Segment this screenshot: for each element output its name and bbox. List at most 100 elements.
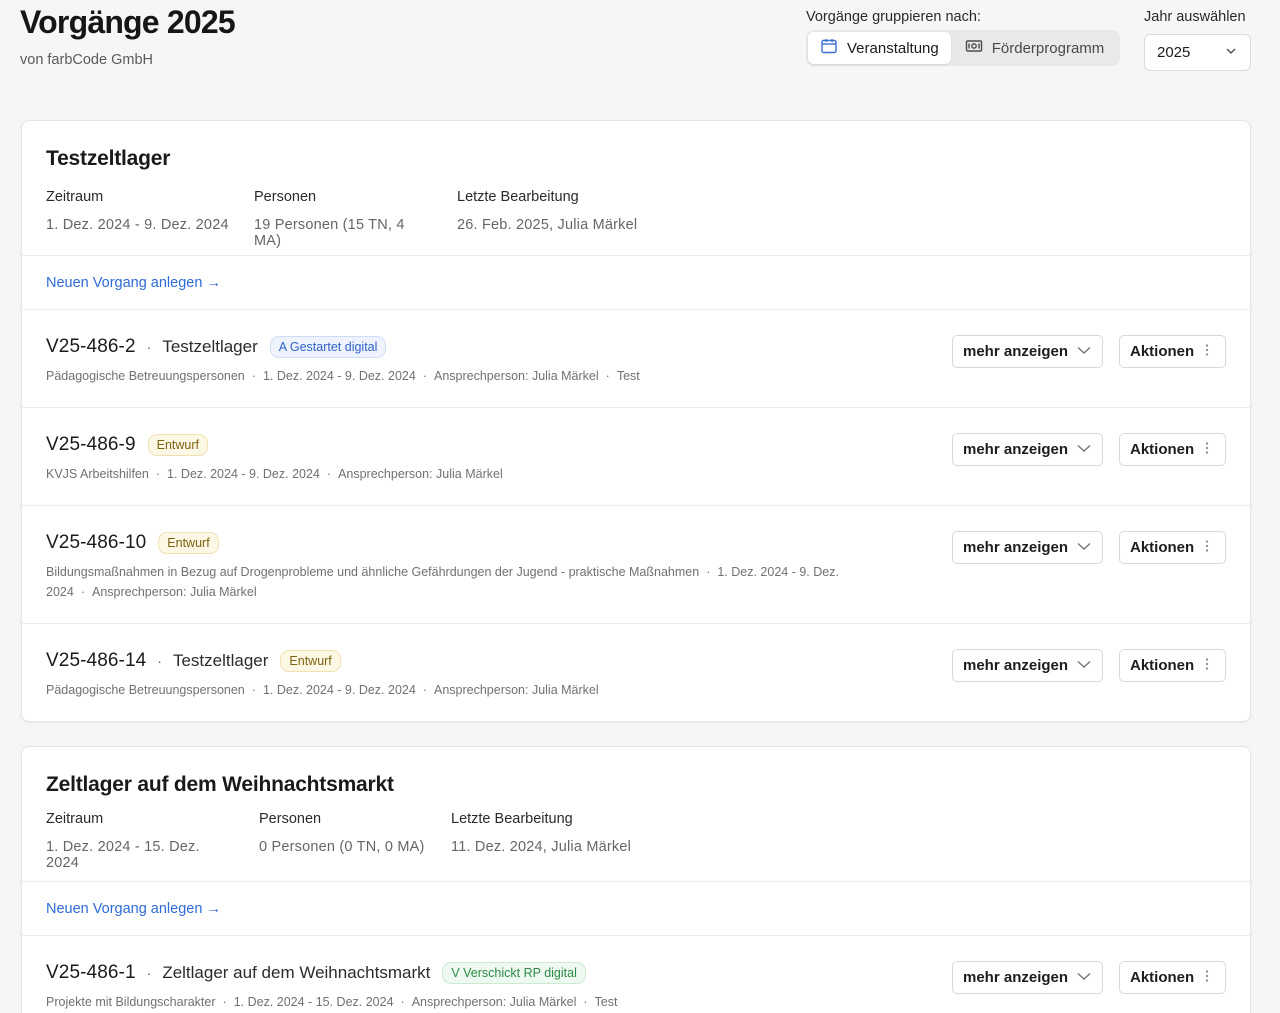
detail-note: Test bbox=[616, 369, 640, 383]
vorgang-details: KVJS Arbeitshilfen · 1. Dez. 2024 - 9. Dez… bbox=[46, 467, 503, 481]
meta-value: 0 Personen (0 TN, 0 MA) bbox=[259, 839, 425, 855]
detail-dates: 1. Dez. 2024 - 15. Dez. 2024 bbox=[233, 995, 394, 1009]
row-actions: mehr anzeigen Aktionen bbox=[952, 433, 1226, 466]
meta-label: Personen bbox=[254, 189, 317, 205]
more-label: mehr anzeigen bbox=[963, 969, 1069, 986]
actions-button[interactable]: Aktionen bbox=[1119, 649, 1226, 682]
actions-label: Aktionen bbox=[1130, 969, 1195, 986]
detail-program: Pädagogische Betreuungspersonen bbox=[46, 683, 245, 697]
status-badge: Entwurf bbox=[147, 434, 209, 456]
page-subtitle: von farbCode GmbH bbox=[20, 52, 153, 68]
meta-label: Letzte Bearbeitung bbox=[457, 189, 579, 205]
meta-personen: Personen 0 Personen (0 TN, 0 MA) bbox=[259, 811, 427, 871]
vorgang-id[interactable]: V25-486-9 bbox=[46, 434, 136, 456]
chevron-down-icon bbox=[1076, 538, 1092, 558]
actions-label: Aktionen bbox=[1130, 657, 1195, 674]
vorgang-row: V25-486-10 Entwurf Bildungsmaßnahmen in … bbox=[22, 506, 1250, 624]
meta-zeitraum: Zeitraum 1. Dez. 2024 - 9. Dez. 2024 bbox=[46, 189, 230, 249]
meta-label: Zeitraum bbox=[46, 189, 104, 205]
meta-letzte: Letzte Bearbeitung 26. Feb. 2025, Julia … bbox=[457, 189, 637, 249]
vorgang-event: Zeltlager auf dem Weihnachtsmarkt bbox=[162, 963, 431, 982]
new-vorgang-link[interactable]: Neuen Vorgang anlegen → bbox=[22, 882, 1250, 936]
row-actions: mehr anzeigen Aktionen bbox=[952, 531, 1226, 564]
year-label: Jahr auswählen bbox=[1144, 9, 1246, 25]
event-meta: Zeitraum 1. Dez. 2024 - 15. Dez. 2024 Pe… bbox=[46, 811, 1226, 871]
event-header: Zeltlager auf dem Weihnachtsmarkt Zeitra… bbox=[22, 747, 1250, 882]
detail-contact: Ansprechperson: Julia Märkel bbox=[338, 467, 503, 481]
row-actions: mehr anzeigen Aktionen bbox=[952, 335, 1226, 368]
vorgang-id[interactable]: V25-486-2 bbox=[46, 336, 136, 358]
vorgang-event: Testzeltlager bbox=[162, 337, 258, 356]
more-button[interactable]: mehr anzeigen bbox=[952, 433, 1103, 466]
new-vorgang-link[interactable]: Neuen Vorgang anlegen → bbox=[22, 256, 1250, 310]
vorgang-id[interactable]: V25-486-1 bbox=[46, 962, 136, 984]
year-value: 2025 bbox=[1157, 44, 1191, 61]
separator-dot: · bbox=[146, 339, 152, 355]
group-option-label: Veranstaltung bbox=[847, 39, 939, 57]
actions-button[interactable]: Aktionen bbox=[1119, 335, 1226, 368]
vorgang-row: V25-486-14 · Testzeltlager Entwurf Pädag… bbox=[22, 624, 1250, 721]
detail-program: Pädagogische Betreuungspersonen bbox=[46, 369, 245, 383]
vorgang-id[interactable]: V25-486-14 bbox=[46, 650, 146, 672]
meta-label: Personen bbox=[259, 811, 322, 827]
year-select[interactable]: 2025 bbox=[1144, 34, 1251, 71]
vorgang-id[interactable]: V25-486-10 bbox=[46, 532, 146, 554]
vorgang-details: Pädagogische Betreuungspersonen · 1. Dez. … bbox=[46, 369, 640, 383]
actions-label: Aktionen bbox=[1130, 539, 1195, 556]
detail-contact: Ansprechperson: Julia Märkel bbox=[91, 585, 257, 599]
detail-contact: Ansprechperson: Julia Märkel bbox=[433, 369, 599, 383]
more-vertical-icon bbox=[1199, 440, 1215, 460]
meta-label: Zeitraum bbox=[46, 811, 104, 827]
chevron-down-icon bbox=[1224, 44, 1238, 62]
more-vertical-icon bbox=[1199, 342, 1215, 362]
actions-button[interactable]: Aktionen bbox=[1119, 433, 1226, 466]
more-button[interactable]: mehr anzeigen bbox=[952, 335, 1103, 368]
meta-value: 1. Dez. 2024 - 15. Dez. 2024 bbox=[46, 839, 200, 871]
vorgang-row: V25-486-2 · Testzeltlager A Gestartet di… bbox=[22, 310, 1250, 408]
row-actions: mehr anzeigen Aktionen bbox=[952, 961, 1226, 994]
more-button[interactable]: mehr anzeigen bbox=[952, 531, 1103, 564]
event-card: Zeltlager auf dem Weihnachtsmarkt Zeitra… bbox=[21, 746, 1251, 1013]
vorgang-details: Bildungsmaßnahmen in Bezug auf Drogenpro… bbox=[46, 565, 839, 599]
group-option-veranstaltung[interactable]: Veranstaltung bbox=[808, 32, 951, 64]
vorgang-event: Testzeltlager bbox=[172, 651, 269, 670]
actions-label: Aktionen bbox=[1130, 343, 1195, 360]
more-button[interactable]: mehr anzeigen bbox=[952, 961, 1103, 994]
meta-value: 1. Dez. 2024 - 9. Dez. 2024 bbox=[46, 217, 229, 233]
detail-contact: Ansprechperson: Julia Märkel bbox=[433, 683, 599, 697]
actions-button[interactable]: Aktionen bbox=[1119, 961, 1226, 994]
group-by-toggle: Veranstaltung Förderprogramm bbox=[806, 30, 1120, 66]
detail-dates: 1. Dez. 2024 - 9. Dez. 2024 bbox=[167, 467, 320, 481]
event-title: Testzeltlager bbox=[46, 147, 171, 170]
separator-dot: · bbox=[146, 965, 152, 981]
group-by-label: Vorgänge gruppieren nach: bbox=[806, 9, 981, 25]
separator-dot: · bbox=[157, 653, 162, 669]
status-badge: V Verschickt RP digital bbox=[442, 962, 586, 984]
more-button[interactable]: mehr anzeigen bbox=[952, 649, 1103, 682]
detail-note: Test bbox=[594, 995, 618, 1009]
vorgang-details: Projekte mit Bildungscharakter · 1. Dez. 2… bbox=[46, 995, 618, 1009]
detail-dates: 1. Dez. 2024 - 9. Dez. 2024 bbox=[262, 683, 416, 697]
vorgang-details: Pädagogische Betreuungspersonen · 1. Dez. … bbox=[46, 683, 599, 697]
actions-button[interactable]: Aktionen bbox=[1119, 531, 1226, 564]
more-vertical-icon bbox=[1199, 538, 1215, 558]
meta-value: 26. Feb. 2025, Julia Märkel bbox=[457, 217, 638, 233]
page-title: Vorgänge 2025 bbox=[20, 4, 236, 40]
chevron-down-icon bbox=[1076, 440, 1092, 460]
group-option-foerderprogramm[interactable]: Förderprogramm bbox=[953, 32, 1117, 64]
detail-program: Bildungsmaßnahmen in Bezug auf Drogenpro… bbox=[46, 565, 700, 579]
more-label: mehr anzeigen bbox=[963, 539, 1069, 556]
meta-letzte: Letzte Bearbeitung 11. Dez. 2024, Julia … bbox=[451, 811, 631, 871]
meta-value: 19 Personen (15 TN, 4 MA) bbox=[254, 217, 405, 249]
money-icon bbox=[965, 37, 983, 59]
meta-value: 11. Dez. 2024, Julia Märkel bbox=[451, 839, 632, 855]
meta-personen: Personen 19 Personen (15 TN, 4 MA) bbox=[254, 189, 433, 249]
vorgang-row: V25-486-1 · Zeltlager auf dem Weihnachts… bbox=[22, 936, 1250, 1013]
status-badge: A Gestartet digital bbox=[269, 336, 387, 358]
chevron-down-icon bbox=[1076, 968, 1092, 988]
calendar-icon bbox=[820, 37, 838, 59]
detail-dates: 1. Dez. 2024 - 9. Dez. 2024 bbox=[262, 369, 416, 383]
vorgang-row: V25-486-9 Entwurf KVJS Arbeitshilfen · 1. … bbox=[22, 408, 1250, 506]
chevron-down-icon bbox=[1076, 656, 1092, 676]
event-title: Zeltlager auf dem Weihnachtsmarkt bbox=[46, 773, 394, 796]
